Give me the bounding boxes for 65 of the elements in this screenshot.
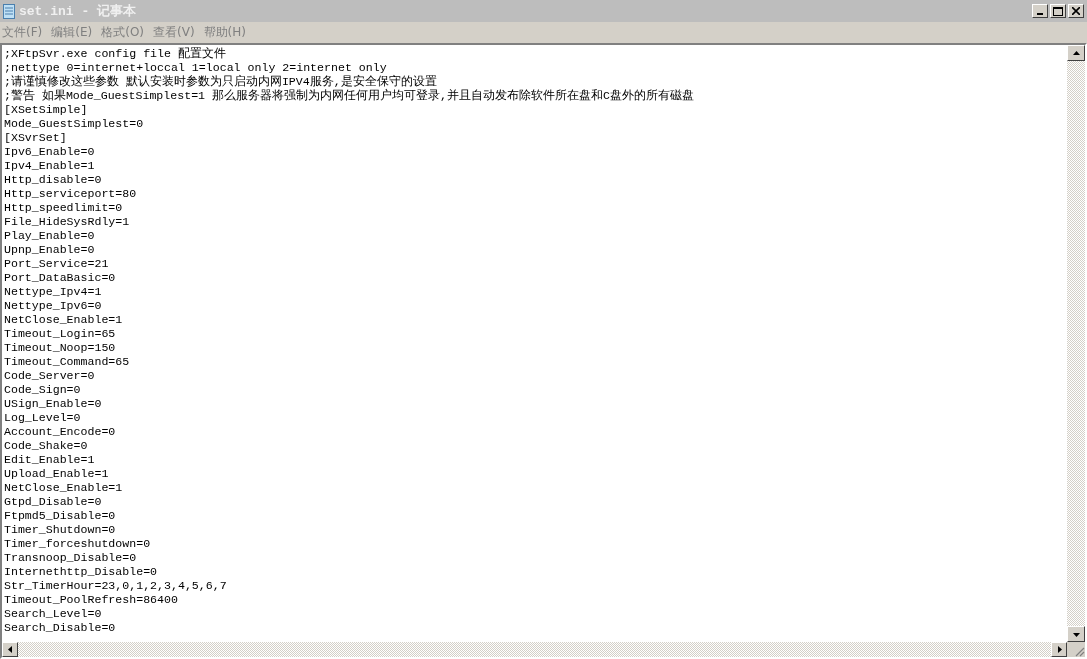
maximize-icon	[1053, 6, 1063, 16]
text-line: Timeout_PoolRefresh=86400	[4, 593, 179, 607]
notepad-icon	[3, 3, 15, 19]
down-arrow-icon	[1072, 630, 1080, 638]
text-line: Edit_Enable=1	[4, 453, 96, 467]
text-line: Search_Level=0	[4, 607, 103, 621]
text-line: Port_DataBasic=0	[4, 271, 117, 285]
text-line: Gtpd_Disable=0	[4, 495, 103, 509]
text-line: Nettype_Ipv6=0	[4, 299, 103, 313]
menu-item[interactable]: 编辑(E)	[51, 23, 93, 41]
size-grip[interactable]	[1067, 642, 1085, 657]
scroll-left-button[interactable]	[2, 642, 18, 657]
text-line: [XSetSimple]	[4, 103, 89, 117]
text-line: Timer_forceshutdown=0	[4, 537, 152, 551]
text-line: Play_Enable=0	[4, 229, 96, 243]
text-line: Timeout_Login=65	[4, 327, 117, 341]
text-line: ;警告 如果Mode_GuestSimplest=1 那么服务器将强制为内网任何用户均可登录,并且自动发布除软件所在盘和C盘外的所有磁盘	[4, 89, 695, 103]
grip-lines-icon	[1073, 645, 1085, 657]
scroll-right-button[interactable]	[1051, 642, 1067, 657]
left-arrow-icon	[6, 646, 14, 653]
text-line: Http_serviceport=80	[4, 187, 138, 201]
text-line: Ftpmd5_Disable=0	[4, 509, 117, 523]
menu-item[interactable]: 帮助(H)	[203, 23, 246, 41]
text-line: Http_speedlimit=0	[4, 201, 124, 215]
menu-item[interactable]: 查看(V)	[153, 23, 195, 41]
text-line: Code_Shake=0	[4, 439, 89, 453]
text-line: Mode_GuestSimplest=0	[4, 117, 145, 131]
text-line: Upload_Enable=1	[4, 467, 110, 481]
up-arrow-icon	[1072, 49, 1080, 57]
text-line: Log_Level=0	[4, 411, 82, 425]
text-line: Str_TimerHour=23,0,1,2,3,4,5,6,7	[4, 579, 228, 593]
text-line: Code_Sign=0	[4, 383, 82, 397]
text-line: Ipv6_Enable=0	[4, 145, 96, 159]
maximize-button[interactable]	[1050, 4, 1066, 18]
minimize-button[interactable]	[1032, 4, 1048, 18]
vertical-scrollbar[interactable]	[1067, 45, 1085, 642]
text-line: Timer_Shutdown=0	[4, 523, 117, 537]
scroll-up-button[interactable]	[1067, 45, 1085, 61]
text-line: Account_Encode=0	[4, 425, 117, 439]
text-line: File_HideSysRdly=1	[4, 215, 131, 229]
text-line: Ipv4_Enable=1	[4, 159, 96, 173]
text-line: Code_Server=0	[4, 369, 96, 383]
menu-item[interactable]: 格式(O)	[101, 23, 145, 41]
close-icon	[1072, 7, 1080, 15]
text-line: Nettype_Ipv4=1	[4, 285, 103, 299]
text-line: Upnp_Enable=0	[4, 243, 96, 257]
right-arrow-icon	[1055, 646, 1063, 653]
text-line: Internethttp_Disable=0	[4, 565, 159, 579]
text-line: USign_Enable=0	[4, 397, 103, 411]
text-line: Transnoop_Disable=0	[4, 551, 138, 565]
text-line: Timeout_Noop=150	[4, 341, 117, 355]
horizontal-scrollbar[interactable]	[2, 642, 1067, 657]
text-line: Timeout_Command=65	[4, 355, 131, 369]
text-line: Search_Disable=0	[4, 621, 117, 635]
text-line: Http_disable=0	[4, 173, 103, 187]
menu-item[interactable]: 文件(F)	[2, 23, 43, 41]
text-line: ;XFtpSvr.exe config file 配置文件	[4, 47, 227, 61]
text-line: ;nettype 0=internet+loccal 1=local only 2=internet only	[4, 61, 388, 75]
text-line: NetClose_Enable=1	[4, 313, 124, 327]
text-line: [XSvrSet]	[4, 131, 68, 145]
text-line: NetClose_Enable=1	[4, 481, 124, 495]
close-button[interactable]	[1068, 4, 1084, 18]
scroll-down-button[interactable]	[1067, 626, 1085, 642]
text-line: ;请谨慎修改这些参数 默认安装时参数为只启动内网IPV4服务,是安全保守的设置	[4, 75, 438, 89]
text-line: Port_Service=21	[4, 257, 110, 271]
